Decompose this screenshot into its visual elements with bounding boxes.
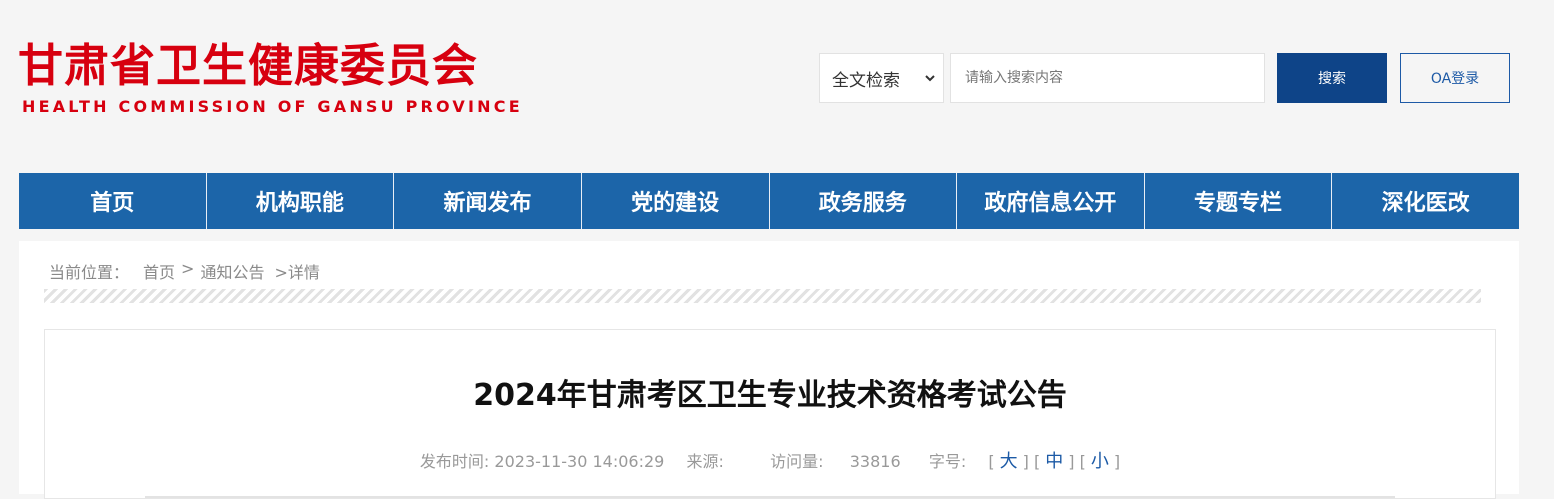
search-scope-value: 全文检索 <box>832 70 900 91</box>
publish-time-label: 发布时间: <box>419 452 490 471</box>
font-size-medium[interactable]: 中 <box>1040 451 1068 472</box>
breadcrumb-current: >详情 <box>274 263 320 282</box>
site-logo-cn[interactable]: 甘肃省卫生健康委员会 <box>18 40 478 92</box>
article-meta: 发布时间: 2023-11-30 14:06:29 来源: 访问量: 33816… <box>419 451 1121 472</box>
site-header: 甘肃省卫生健康委员会 HEALTH COMMISSION OF GANSU PR… <box>0 0 1554 172</box>
meta-divider <box>145 496 1395 498</box>
font-size-label: 字号: <box>928 452 967 471</box>
nav-item-disclosure[interactable]: 政府信息公开 <box>957 173 1145 229</box>
search-input[interactable] <box>950 53 1265 103</box>
article-panel: 2024年甘肃考区卫生专业技术资格考试公告 发布时间: 2023-11-30 1… <box>44 329 1496 499</box>
font-size-small[interactable]: 小 <box>1086 451 1114 472</box>
oa-login-button[interactable]: OA登录 <box>1400 53 1510 103</box>
chevron-down-icon <box>925 75 935 82</box>
breadcrumb: 当前位置： 首页 > 通知公告 >详情 <box>49 259 326 283</box>
search-button[interactable]: 搜索 <box>1277 53 1387 103</box>
font-size-large[interactable]: 大 <box>995 451 1023 472</box>
article-title: 2024年甘肃考区卫生专业技术资格考试公告 <box>473 378 1067 413</box>
nav-item-home[interactable]: 首页 <box>19 173 207 229</box>
nav-item-organization[interactable]: 机构职能 <box>207 173 395 229</box>
breadcrumb-separator: > <box>181 259 195 278</box>
nav-item-services[interactable]: 政务服务 <box>770 173 958 229</box>
nav-item-topics[interactable]: 专题专栏 <box>1145 173 1333 229</box>
site-logo-en: HEALTH COMMISSION OF GANSU PROVINCE <box>22 97 523 116</box>
nav-item-party[interactable]: 党的建设 <box>582 173 770 229</box>
breadcrumb-home-link[interactable]: 首页 <box>143 259 175 283</box>
main-nav: 首页 机构职能 新闻发布 党的建设 政务服务 政府信息公开 专题专栏 深化医改 <box>19 173 1519 229</box>
breadcrumb-label: 当前位置： <box>49 263 130 282</box>
visits-label: 访问量: <box>770 452 824 471</box>
search-scope-select[interactable]: 全文检索 <box>819 53 944 103</box>
nav-item-reform[interactable]: 深化医改 <box>1332 173 1519 229</box>
source-label: 来源: <box>686 452 724 471</box>
visits-count: 33816 <box>849 452 901 471</box>
breadcrumb-notices-link[interactable]: 通知公告 <box>200 259 264 283</box>
decorative-divider <box>44 289 1481 303</box>
publish-time: 2023-11-30 14:06:29 <box>494 452 665 471</box>
content-area: 当前位置： 首页 > 通知公告 >详情 2024年甘肃考区卫生专业技术资格考试公… <box>19 241 1519 499</box>
nav-item-news[interactable]: 新闻发布 <box>394 173 582 229</box>
